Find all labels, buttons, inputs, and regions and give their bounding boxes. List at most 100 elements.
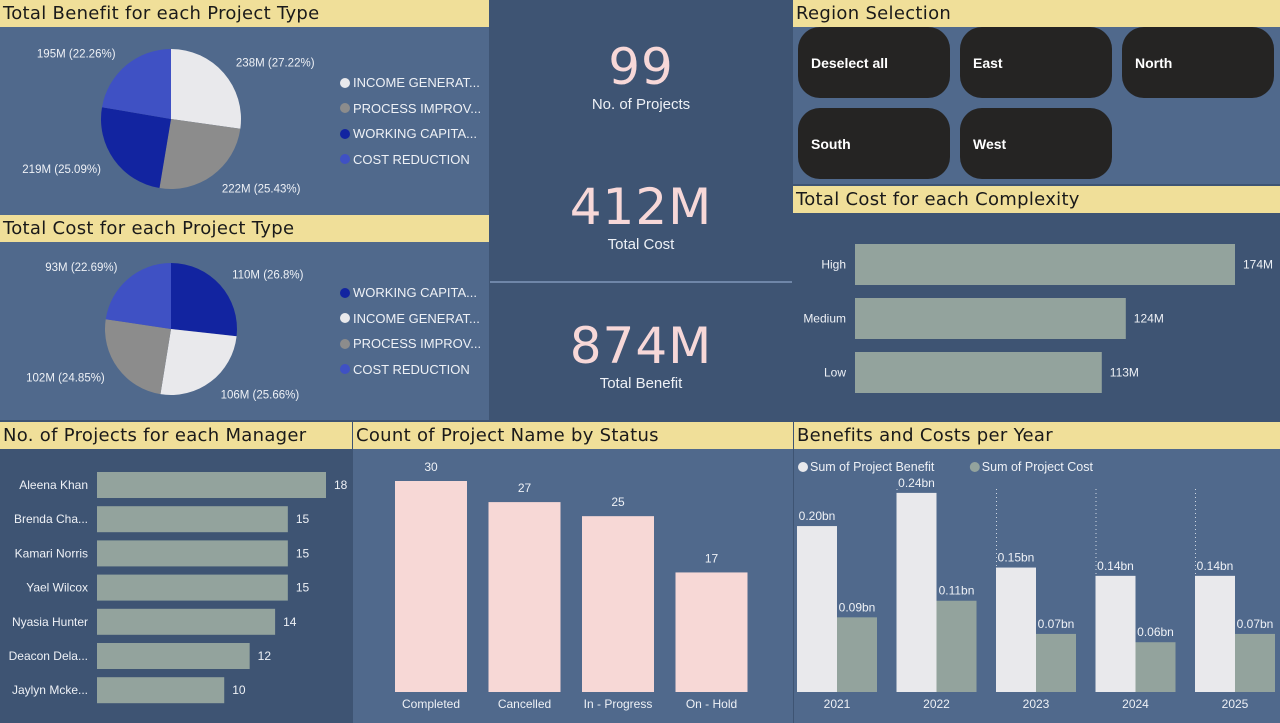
region-selection-panel: Region Selection Deselect all East North… (793, 0, 1280, 184)
yearly-data-label: 0.14bn (1197, 559, 1234, 573)
manager-bar[interactable] (97, 540, 288, 567)
complexity-category-label: Medium (803, 312, 846, 326)
benefit-pie-slice[interactable] (171, 49, 242, 129)
region-east-button[interactable]: East (960, 27, 1112, 98)
legend-marker-icon (340, 364, 350, 375)
benefit-pie-legend-item[interactable]: COST REDUCTION (340, 147, 481, 173)
status-bar-chart[interactable]: 30 Completed 27 Cancelled 25 In - Progress 17 O… (353, 449, 793, 723)
manager-bar[interactable] (97, 574, 288, 601)
benefit-pie-slice[interactable] (100, 107, 171, 189)
complexity-bar[interactable] (855, 244, 1235, 285)
complexity-bar[interactable] (855, 298, 1126, 339)
year-axis-label: 2022 (923, 697, 950, 711)
kpi-benefit-label: Total Benefit (599, 375, 683, 392)
yearly-bar[interactable] (936, 600, 977, 692)
benefit-pie-slice[interactable] (159, 119, 241, 189)
yearly-bar[interactable] (1095, 575, 1136, 692)
region-west-button[interactable]: West (960, 108, 1112, 179)
yearly-data-label: 0.11bn (939, 584, 975, 598)
manager-name-label: Aleena Khan (19, 478, 88, 492)
status-data-label: 27 (518, 481, 532, 495)
yearly-bar[interactable] (896, 492, 937, 692)
status-category-label: On - Hold (686, 697, 737, 711)
region-south-button[interactable]: South (798, 108, 950, 179)
complexity-title: Total Cost for each Complexity (793, 186, 1280, 213)
year-axis-label: 2023 (1023, 697, 1050, 711)
yearly-bar[interactable] (1036, 633, 1076, 692)
yearly-bar[interactable] (996, 567, 1036, 692)
status-bar[interactable] (582, 516, 654, 692)
cost-pie-legend-item[interactable]: WORKING CAPITA... (340, 280, 481, 306)
kpi-benefit-card: 874M Total Benefit (490, 283, 792, 420)
legend-marker-icon (340, 103, 350, 114)
yearly-bar[interactable] (797, 526, 837, 692)
status-bar[interactable] (488, 502, 561, 692)
manager-data-label: 15 (296, 512, 310, 526)
cost-pie-chart[interactable]: 110M (26.8%) 106M (25.66%) 102M (24.85%) 93… (0, 242, 330, 420)
manager-data-label: 10 (232, 683, 246, 697)
manager-bar[interactable] (97, 643, 250, 669)
manager-data-label: 18 (334, 478, 348, 492)
manager-data-label: 14 (283, 615, 297, 629)
status-data-label: 25 (611, 495, 625, 509)
cost-pie-legend-item[interactable]: INCOME GENERAT... (340, 306, 481, 332)
manager-name-label: Nyasia Hunter (12, 615, 88, 629)
yearly-bar-chart[interactable]: Sum of Project Benefit Sum of Project Cos… (794, 449, 1280, 723)
manager-name-label: Jaylyn Mcke... (12, 683, 88, 697)
year-axis-label: 2025 (1222, 697, 1249, 711)
legend-marker-icon (340, 287, 350, 298)
status-category-label: In - Progress (584, 697, 653, 711)
benefit-pie-legend-label: WORKING CAPITA... (353, 126, 477, 142)
complexity-data-label: 174M (1243, 258, 1273, 272)
legend-marker-icon (340, 77, 350, 88)
kpi-projects-value: 99 (608, 38, 674, 96)
region-north-button[interactable]: North (1122, 27, 1274, 98)
complexity-bar-chart[interactable]: High 174M Medium 124M Low 113M (793, 213, 1280, 420)
status-bar[interactable] (395, 481, 467, 692)
cost-pie-legend-item[interactable]: PROCESS IMPROV... (340, 331, 481, 357)
benefit-pie-chart[interactable]: 238M (27.22%) 222M (25.43%) 219M (25.09%) 1… (0, 27, 330, 215)
region-deselect-all-button[interactable]: Deselect all (798, 27, 950, 98)
region-selection-title: Region Selection (793, 0, 1280, 27)
status-panel: Count of Project Name by Status 30 Comple… (353, 422, 793, 723)
manager-data-label: 12 (258, 649, 272, 663)
legend-marker-icon (969, 462, 980, 472)
cost-pie-slice[interactable] (171, 263, 237, 337)
cost-pie-legend-item[interactable]: COST REDUCTION (340, 357, 481, 383)
cost-pie-slice[interactable] (105, 319, 171, 395)
complexity-category-label: High (821, 258, 846, 272)
yearly-bar[interactable] (1195, 575, 1235, 692)
complexity-bar[interactable] (855, 352, 1102, 393)
legend-marker-icon (798, 462, 808, 472)
manager-bar-chart[interactable]: Aleena Khan 18 Brenda Cha... 15 Kamari Norri… (0, 449, 352, 723)
status-data-label: 17 (705, 551, 719, 565)
benefit-pie-legend-item[interactable]: INCOME GENERAT... (340, 70, 481, 96)
year-axis-label: 2024 (1122, 697, 1149, 711)
legend-marker-icon (340, 128, 350, 139)
manager-name-label: Deacon Dela... (9, 649, 88, 663)
yearly-legend-label[interactable]: Sum of Project Benefit (810, 460, 935, 474)
yearly-data-label: 0.15bn (998, 551, 1035, 565)
yearly-bar[interactable] (1235, 633, 1275, 692)
yearly-bar[interactable] (1135, 642, 1176, 692)
status-bar[interactable] (675, 572, 748, 692)
manager-bar[interactable] (97, 506, 288, 533)
cost-by-type-title: Total Cost for each Project Type (0, 215, 489, 242)
manager-name-label: Yael Wilcox (26, 581, 88, 595)
manager-bar[interactable] (97, 472, 326, 498)
manager-bar[interactable] (97, 608, 276, 635)
cost-pie-legend-label: PROCESS IMPROV... (353, 336, 482, 352)
cost-pie-legend-label: COST REDUCTION (353, 361, 470, 377)
benefit-pie-legend-item[interactable]: WORKING CAPITA... (340, 121, 481, 147)
yearly-legend-label[interactable]: Sum of Project Cost (982, 460, 1094, 474)
manager-bar[interactable] (97, 677, 225, 704)
cost-pie-slice[interactable] (160, 329, 237, 395)
yearly-bar[interactable] (837, 617, 877, 692)
benefit-pie-legend-item[interactable]: PROCESS IMPROV... (340, 96, 481, 122)
complexity-category-label: Low (824, 366, 846, 380)
kpi-cost-card: 412M Total Cost (490, 160, 792, 280)
legend-marker-icon (340, 338, 350, 349)
yearly-title: Benefits and Costs per Year (794, 422, 1280, 449)
manager-name-label: Kamari Norris (15, 546, 88, 560)
yearly-data-label: 0.06bn (1137, 625, 1174, 639)
